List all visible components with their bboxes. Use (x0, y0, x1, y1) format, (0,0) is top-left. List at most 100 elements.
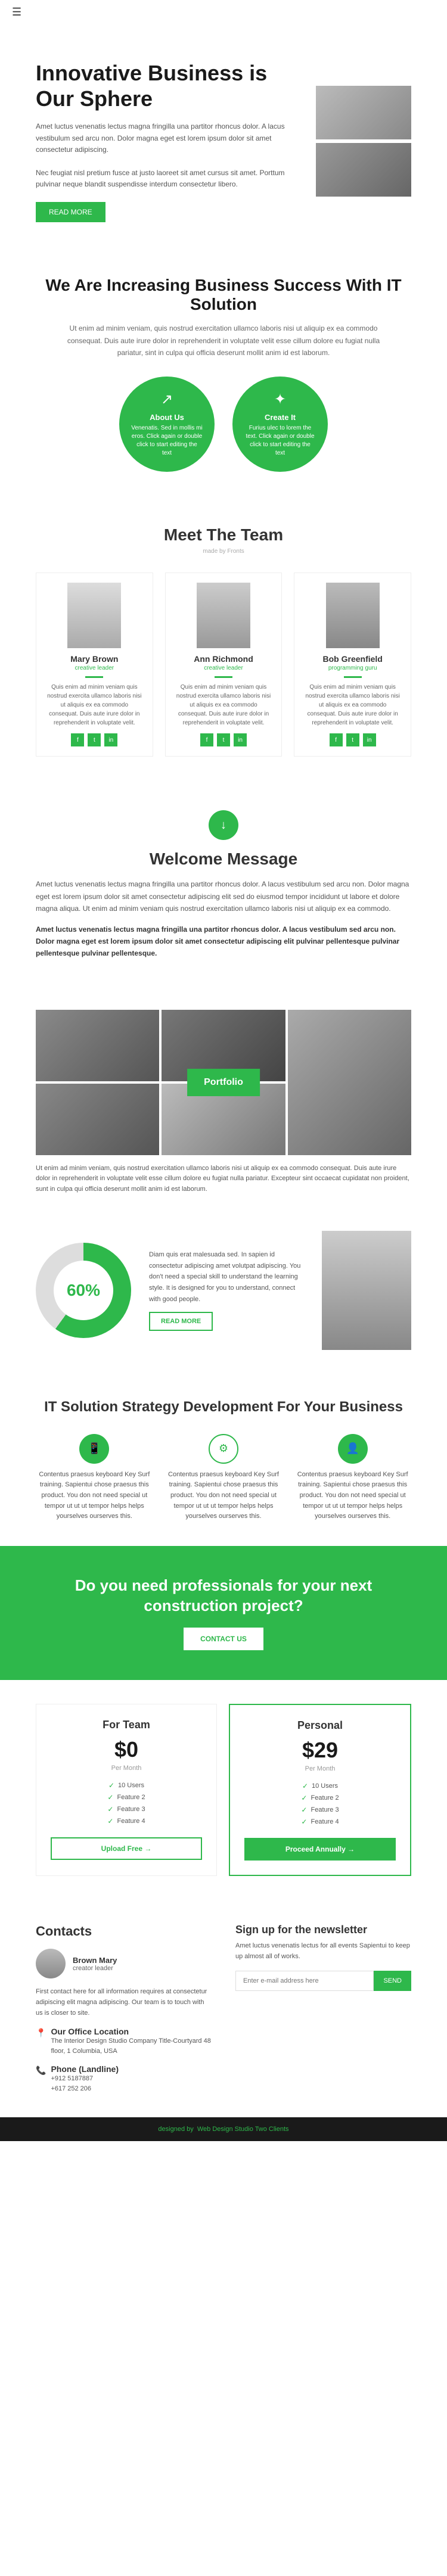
stats-circle-wrap: 60% (36, 1243, 131, 1338)
welcome-title: Welcome Message (36, 850, 411, 869)
footer: designed by Web Design Studio Two Client… (0, 2117, 447, 2141)
strategy-icon-2: ⚙ (209, 1434, 238, 1464)
strategy-text-1: Contentus praesus keyboard Key Surf trai… (36, 1470, 153, 1522)
it-card-about: ↗ About Us Venenatis. Sed in mollis mi e… (119, 377, 215, 472)
strategy-section: IT Solution Strategy Development For You… (0, 1374, 447, 1546)
about-icon: ↗ (161, 391, 173, 408)
phone-number-2: +617 252 206 (51, 2084, 119, 2094)
hero-cta-button[interactable]: READ MORE (36, 202, 105, 222)
pricing-btn-personal[interactable]: Proceed Annually → (244, 1838, 396, 1861)
cta-title: Do you need professionals for your next … (36, 1576, 411, 1616)
hero-text: Innovative Business is Our Sphere Amet l… (36, 60, 304, 222)
location-icon: 📍 (36, 2028, 46, 2038)
create-text: Furius ulec to lorem the text. Click aga… (244, 424, 316, 458)
instagram-icon-bob[interactable]: in (363, 733, 376, 746)
member-role-ann: creative leader (175, 665, 272, 671)
member-text-mary: Quis enim ad minim veniam quis nostrud e… (46, 683, 143, 727)
team-credit: made by Fronts (36, 548, 411, 555)
member-text-ann: Quis enim ad minim veniam quis nostrud e… (175, 683, 272, 727)
contacts-section: Contacts Brown Mary creator leader First… (0, 1900, 447, 2117)
hero-image-top (316, 86, 411, 139)
strategy-text-3: Contentus praesus keyboard Key Surf trai… (294, 1470, 411, 1522)
twitter-icon-bob[interactable]: t (346, 733, 359, 746)
stats-read-more-button[interactable]: READ MORE (149, 1312, 213, 1331)
create-icon: ✦ (274, 391, 286, 408)
portfolio-text: Ut enim ad minim veniam, quis nostrud ex… (36, 1163, 411, 1195)
welcome-paragraph1: Amet luctus venenatis lectus magna fring… (36, 878, 411, 914)
strategy-item-1: 📱 Contentus praesus keyboard Key Surf tr… (36, 1434, 153, 1522)
strategy-icon-1: 📱 (79, 1434, 109, 1464)
pricing-feature-free-3: Feature 3 (51, 1805, 202, 1813)
strategy-item-3: 👤 Contentus praesus keyboard Key Surf tr… (294, 1434, 411, 1522)
team-title: Meet The Team (36, 525, 411, 545)
hero-paragraph2: Nec feugiat nisl pretium fusce at justo … (36, 167, 304, 190)
pricing-features-personal: 10 Users Feature 2 Feature 3 Feature 4 (244, 1782, 396, 1826)
pricing-feature-free-4: Feature 4 (51, 1817, 202, 1825)
phone-section: 📞 Phone (Landline) +912 5187887 +617 252… (36, 2064, 212, 2093)
contacts-title: Contacts (36, 1924, 212, 1939)
about-title: About Us (150, 413, 184, 422)
it-cards: ↗ About Us Venenatis. Sed in mollis mi e… (36, 377, 411, 472)
pricing-price-personal: $29 (244, 1738, 396, 1763)
avatar-ann (197, 583, 250, 648)
cta-button[interactable]: CONTACT US (184, 1628, 263, 1650)
twitter-icon-mary[interactable]: t (88, 733, 101, 746)
portfolio-image-1 (36, 1010, 159, 1081)
about-text: Venenatis. Sed in mollis mi eros. Click … (131, 424, 203, 458)
hamburger-menu[interactable]: ☰ (0, 0, 447, 24)
instagram-icon-ann[interactable]: in (234, 733, 247, 746)
hero-images (316, 86, 411, 197)
divider-bob (344, 676, 362, 678)
pricing-period-personal: Per Month (244, 1765, 396, 1772)
member-name-ann: Ann Richmond (175, 654, 272, 664)
pricing-price-free: $0 (51, 1737, 202, 1762)
member-text-bob: Quis enim ad minim veniam quis nostrud e… (304, 683, 401, 727)
facebook-icon-bob[interactable]: f (330, 733, 343, 746)
newsletter-email-input[interactable] (235, 1971, 374, 1991)
stats-text: Diam quis erat malesuada sed. In sapien … (149, 1249, 304, 1331)
strategy-title: IT Solution Strategy Development For You… (36, 1398, 411, 1416)
pricing-feature-personal-2: Feature 2 (244, 1794, 396, 1802)
hero-section: Innovative Business is Our Sphere Amet l… (0, 24, 447, 246)
portfolio-grid: Portfolio (36, 1010, 411, 1155)
cta-section: Do you need professionals for your next … (0, 1546, 447, 1681)
contact-address: 📍 Our Office Location The Interior Desig… (36, 2027, 212, 2056)
social-icons-ann: f t in (175, 733, 272, 746)
phone-number-1: +912 5187887 (51, 2074, 119, 2084)
it-subtitle: Ut enim ad minim veniam, quis nostrud ex… (57, 322, 390, 359)
divider-ann (215, 676, 232, 678)
contact-left: Contacts Brown Mary creator leader First… (36, 1924, 212, 2093)
hero-title: Innovative Business is Our Sphere (36, 60, 304, 111)
member-name-bob: Bob Greenfield (304, 654, 401, 664)
newsletter-form: SEND (235, 1971, 411, 1991)
contact-avatar-image (36, 1949, 66, 1978)
pricing-section: For Team $0 Per Month 10 Users Feature 2… (0, 1680, 447, 1900)
address-lines: The Interior Design Studio Company Title… (51, 2036, 212, 2056)
contact-person-role: creator leader (73, 1965, 117, 1972)
stats-percentage: 60% (67, 1281, 100, 1300)
footer-text: designed by (158, 2126, 193, 2133)
twitter-icon-ann[interactable]: t (217, 733, 230, 746)
team-card-ann: Ann Richmond creative leader Quis enim a… (165, 573, 283, 757)
avatar-bob (326, 583, 380, 648)
hero-paragraph1: Amet luctus venenatis lectus magna fring… (36, 121, 304, 155)
menu-icon: ☰ (12, 6, 21, 18)
member-role-bob: programming guru (304, 665, 401, 671)
strategy-grid: 📱 Contentus praesus keyboard Key Surf tr… (36, 1434, 411, 1522)
contact-person-text: First contact here for all information r… (36, 1987, 212, 2018)
pricing-btn-free[interactable]: Upload Free → (51, 1837, 202, 1860)
team-cards: Mary Brown creative leader Quis enim ad … (36, 573, 411, 757)
pricing-feature-personal-3: Feature 3 (244, 1806, 396, 1814)
facebook-icon-ann[interactable]: f (200, 733, 213, 746)
facebook-icon-mary[interactable]: f (71, 733, 84, 746)
newsletter-send-button[interactable]: SEND (374, 1971, 411, 1991)
member-role-mary: creative leader (46, 665, 143, 671)
address-title: Our Office Location (51, 2027, 129, 2036)
portfolio-image-3 (288, 1010, 411, 1155)
welcome-icon: ↓ (209, 810, 238, 840)
team-card-mary: Mary Brown creative leader Quis enim ad … (36, 573, 153, 757)
stats-inner: 60% (54, 1261, 113, 1320)
it-title: We Are Increasing Business Success With … (36, 276, 411, 314)
pricing-card-personal: Personal $29 Per Month 10 Users Feature … (229, 1704, 411, 1876)
instagram-icon-mary[interactable]: in (104, 733, 117, 746)
